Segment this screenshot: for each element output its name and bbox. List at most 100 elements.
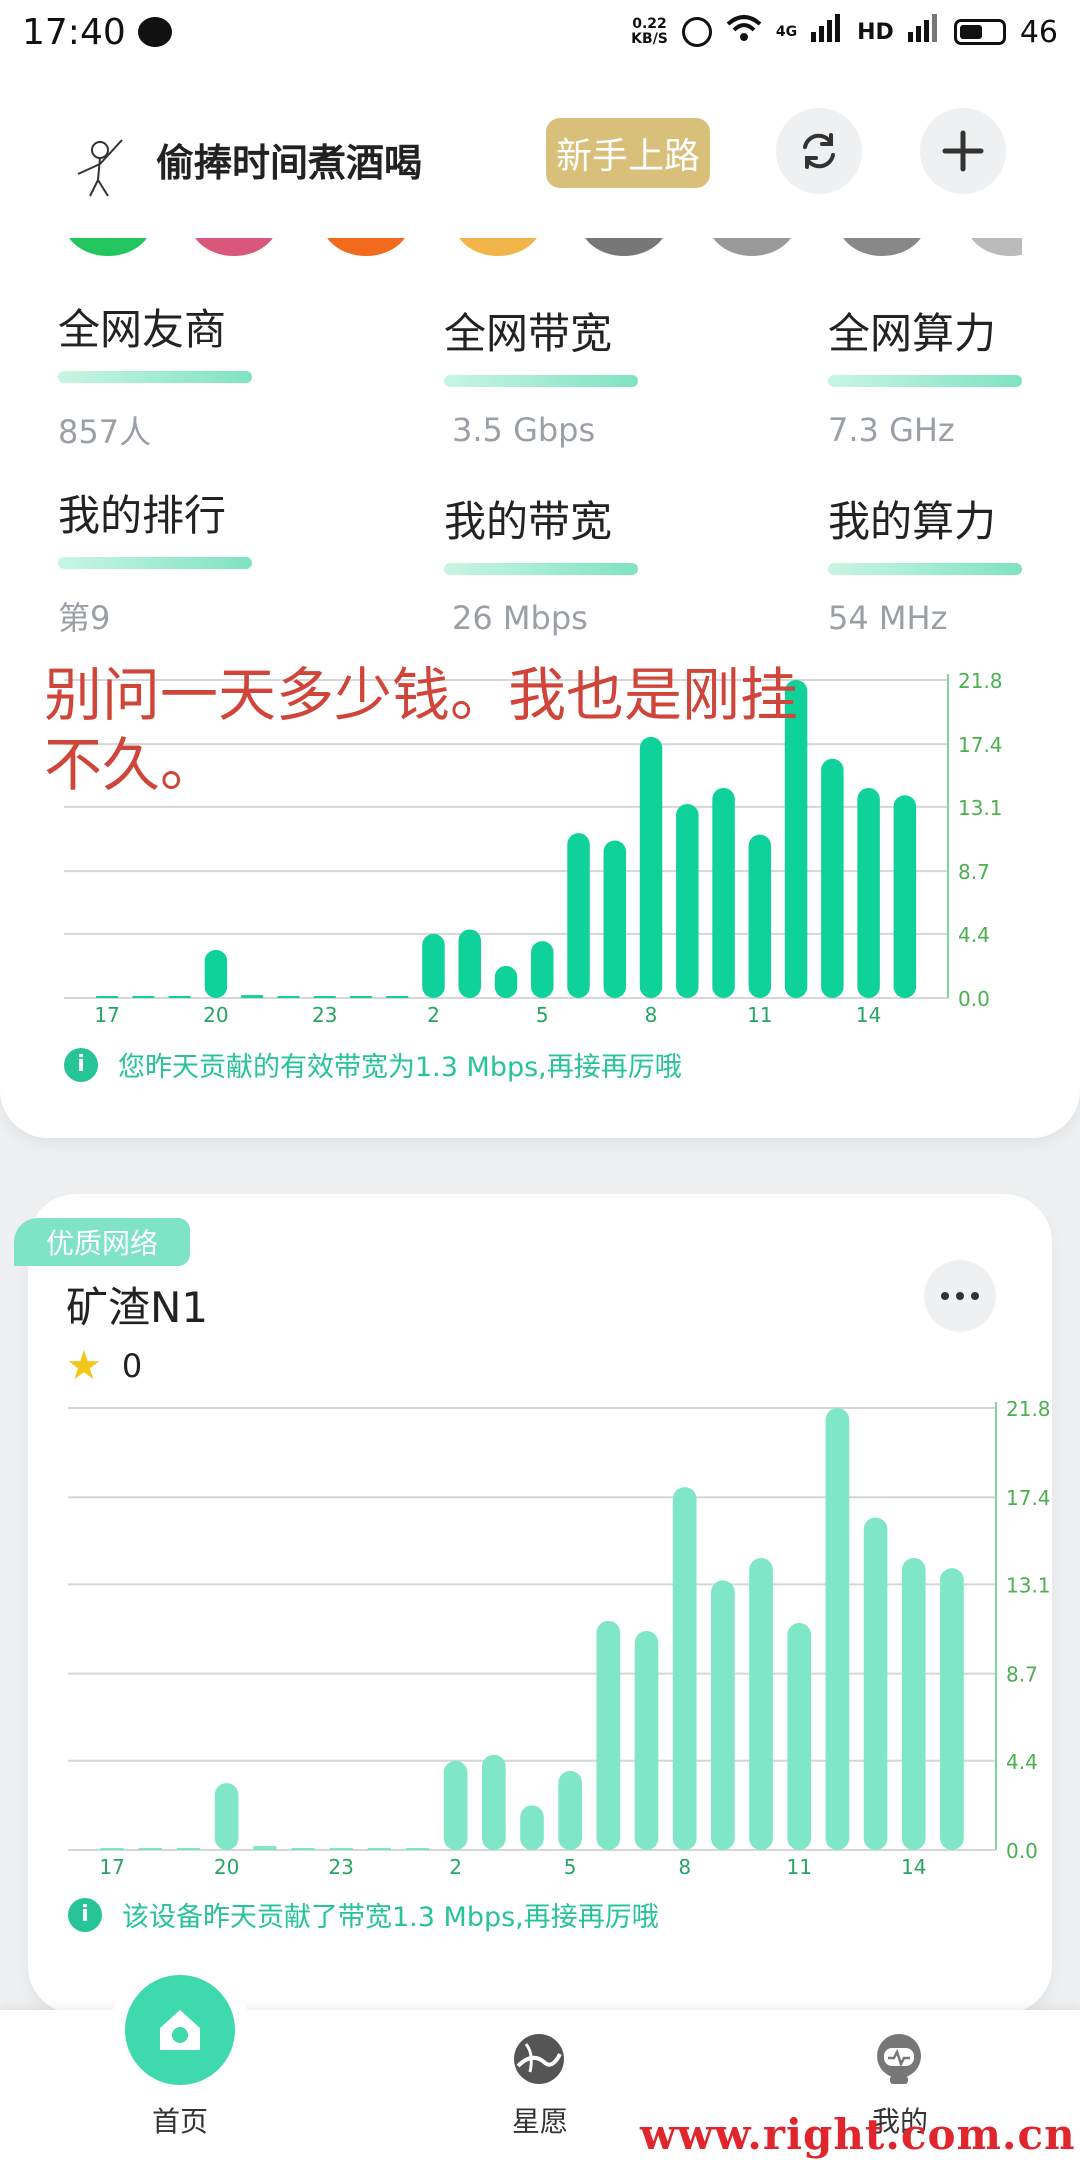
- bar: [749, 1558, 773, 1850]
- info-icon: i: [64, 1047, 98, 1082]
- x-tick-label: 8: [678, 1855, 691, 1879]
- bar: [940, 1568, 964, 1850]
- stat-label: 我的排行: [58, 491, 227, 540]
- device-name: 矿渣N1: [66, 1283, 209, 1332]
- bar: [349, 996, 373, 998]
- bar: [712, 787, 735, 998]
- status-bar: 17:40 0.22 KB/S 4G HD 46: [0, 0, 1080, 64]
- app-icon[interactable]: [454, 238, 542, 256]
- stat-my-rank: 我的排行 第9: [58, 482, 258, 639]
- bar: [168, 996, 191, 998]
- y-tick-label: 21.8: [1006, 1397, 1051, 1421]
- avatar[interactable]: [64, 130, 134, 200]
- net-speed: 0.22 KB/S: [631, 16, 668, 47]
- x-tick-label: 23: [328, 1855, 353, 1879]
- bar: [405, 1848, 430, 1850]
- bar: [252, 1845, 277, 1850]
- stat-label: 我的带宽: [444, 497, 613, 546]
- bar: [204, 949, 228, 998]
- x-tick-label: 17: [94, 1003, 119, 1027]
- y-tick-label: 13.1: [1006, 1573, 1051, 1597]
- refresh-icon: [803, 133, 835, 169]
- bar: [329, 1848, 353, 1850]
- bar: [520, 1805, 544, 1850]
- stat-underline: [828, 563, 1022, 575]
- bar: [138, 1848, 163, 1850]
- bar: [214, 1783, 239, 1850]
- plus-icon: [942, 130, 984, 172]
- newbie-guide-button[interactable]: 新手上路: [546, 118, 710, 188]
- bar: [748, 834, 772, 998]
- app-icon[interactable]: [322, 238, 410, 256]
- stat-value: 7.3 GHz: [828, 411, 955, 449]
- stat-value: 857人: [58, 413, 152, 451]
- x-tick-label: 2: [449, 1855, 462, 1879]
- x-tick-label: 11: [786, 1855, 811, 1879]
- x-tick-label: 17: [99, 1855, 124, 1879]
- stat-value: 26 Mbps: [452, 599, 588, 637]
- app-icon[interactable]: [64, 238, 152, 256]
- bar: [367, 1848, 392, 1850]
- more-options-button[interactable]: [924, 1260, 996, 1332]
- bar: [422, 933, 445, 998]
- more-dot: [971, 1292, 979, 1300]
- x-tick-label: 11: [747, 1003, 772, 1027]
- app-icon[interactable]: [708, 238, 796, 256]
- stat-underline: [828, 375, 1022, 387]
- bar: [893, 795, 917, 998]
- y-tick-label: 4.4: [1006, 1750, 1038, 1774]
- annotation-text: 别问一天多少钱。我也是刚挂不久。: [44, 661, 799, 799]
- x-tick-label: 20: [203, 1003, 228, 1027]
- planet-icon[interactable]: [512, 2032, 566, 2086]
- bar: [676, 803, 699, 998]
- more-dot: [956, 1292, 964, 1300]
- stat-network-compute: 全网算力 7.3 GHz: [828, 300, 1028, 449]
- x-tick-label: 5: [564, 1855, 577, 1879]
- info-icon: i: [68, 1897, 102, 1932]
- robot-icon[interactable]: [872, 2032, 926, 2086]
- nav-home-label[interactable]: 首页: [152, 2100, 208, 2140]
- app-icon[interactable]: [838, 238, 926, 256]
- device-rating: ★ 0: [66, 1346, 142, 1386]
- bar: [176, 1848, 201, 1850]
- home-icon: [125, 1975, 235, 2085]
- wifi-icon: [726, 14, 762, 50]
- app-icon[interactable]: [190, 238, 278, 256]
- add-button[interactable]: [920, 108, 1006, 194]
- bar: [558, 1770, 583, 1850]
- nav-home-button[interactable]: [110, 1960, 250, 2100]
- bar: [240, 995, 264, 998]
- stat-label: 全网友商: [58, 305, 227, 354]
- wechat-icon: [137, 17, 172, 47]
- app-icon[interactable]: [966, 238, 1022, 256]
- bar: [385, 996, 409, 998]
- nav-wish-label[interactable]: 星愿: [512, 2100, 568, 2140]
- bar: [481, 1754, 506, 1850]
- refresh-button[interactable]: [776, 108, 862, 194]
- bar: [596, 1620, 621, 1850]
- stat-underline: [58, 557, 252, 569]
- stat-value: 3.5 Gbps: [452, 411, 596, 449]
- y-tick-label: 0.0: [1006, 1839, 1038, 1863]
- y-tick-label: 21.8: [958, 669, 1003, 693]
- bar: [821, 758, 844, 998]
- stat-label: 我的算力: [828, 497, 997, 546]
- y-tick-label: 17.4: [958, 733, 1003, 757]
- bar: [603, 840, 627, 998]
- bar: [95, 996, 119, 998]
- network-type: 4G: [775, 24, 798, 40]
- x-tick-label: 23: [312, 1003, 337, 1027]
- bar: [291, 1847, 315, 1850]
- stat-my-bandwidth: 我的带宽 26 Mbps: [444, 488, 644, 637]
- stat-underline: [444, 375, 638, 387]
- app-icon-strip[interactable]: [50, 238, 1022, 256]
- battery-level: 46: [1019, 14, 1058, 50]
- contribution-tip: i 您昨天贡献的有效带宽为1.3 Mbps,再接再厉哦: [64, 1045, 682, 1084]
- bar: [634, 1631, 659, 1850]
- signal-icon: [811, 14, 843, 50]
- app-icon[interactable]: [580, 238, 668, 256]
- stat-my-compute: 我的算力 54 MHz: [828, 488, 1028, 637]
- bar: [863, 1517, 888, 1850]
- username: 偷捧时间煮酒喝: [156, 141, 423, 185]
- x-tick-label: 14: [856, 1003, 881, 1027]
